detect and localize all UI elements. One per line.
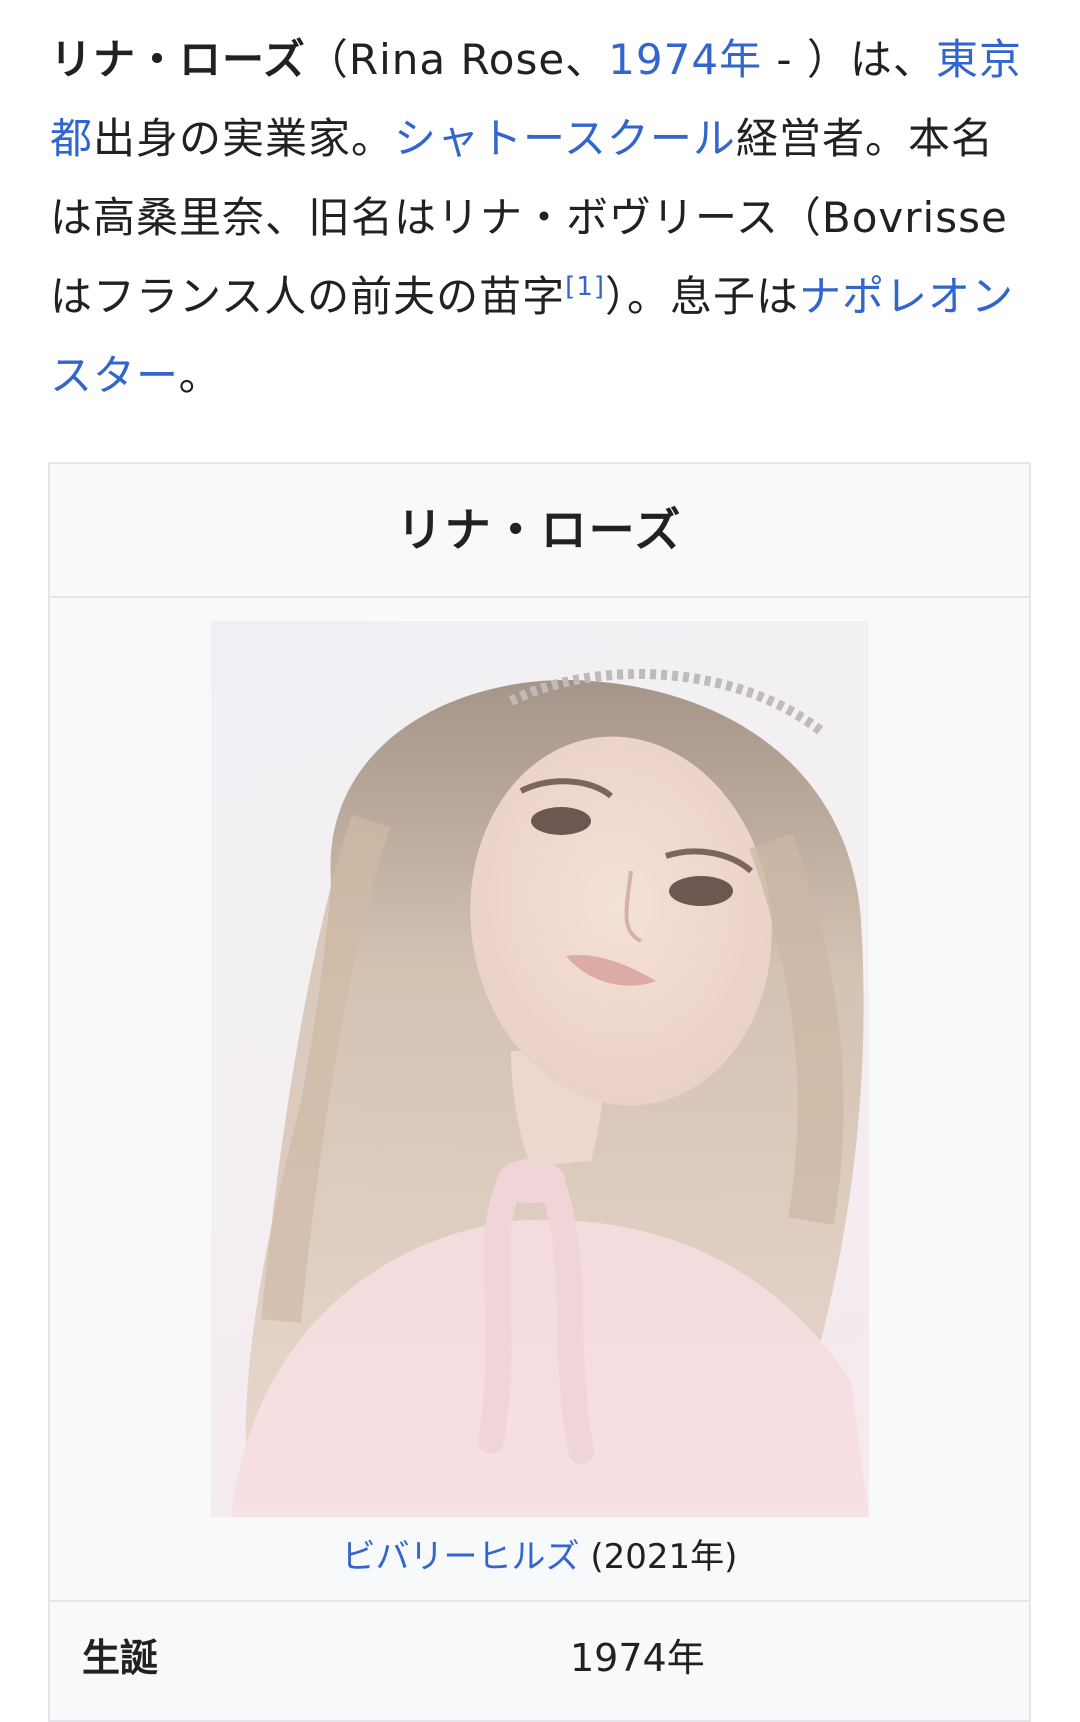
infobox-row-divider [50,1600,1029,1602]
lead-text: ）。息子は [605,272,800,321]
lead-text: 出身の実業家。 [93,114,395,163]
lead-text: 。 [178,351,222,400]
article-subject-name: リナ・ローズ [50,35,306,84]
lead-paragraph: リナ・ローズ（Rina Rose、1974年 - ）は、東京都出身の実業家。シャ… [50,20,1035,415]
lead-text: - ）は、 [762,35,936,84]
infobox: リナ・ローズ ビバリーヒルズ (2021年) 生誕 1974年 [48,462,1031,1722]
company-link[interactable]: シャトースクール [394,114,736,163]
born-label: 生誕 [82,1636,159,1680]
portrait-photo[interactable] [211,621,869,1517]
caption-year: (2021年) [579,1537,738,1577]
infobox-title: リナ・ローズ [50,464,1029,598]
reference-link[interactable]: [1] [565,272,605,302]
caption-location-link[interactable]: ビバリーヒルズ [342,1537,580,1577]
portrait-illustration [211,621,869,1517]
birth-year-link[interactable]: 1974年 [608,35,762,84]
lead-text: （Rina Rose、 [305,35,609,84]
born-value: 1974年 [570,1636,705,1680]
photo-caption: ビバリーヒルズ (2021年) [50,1532,1029,1582]
